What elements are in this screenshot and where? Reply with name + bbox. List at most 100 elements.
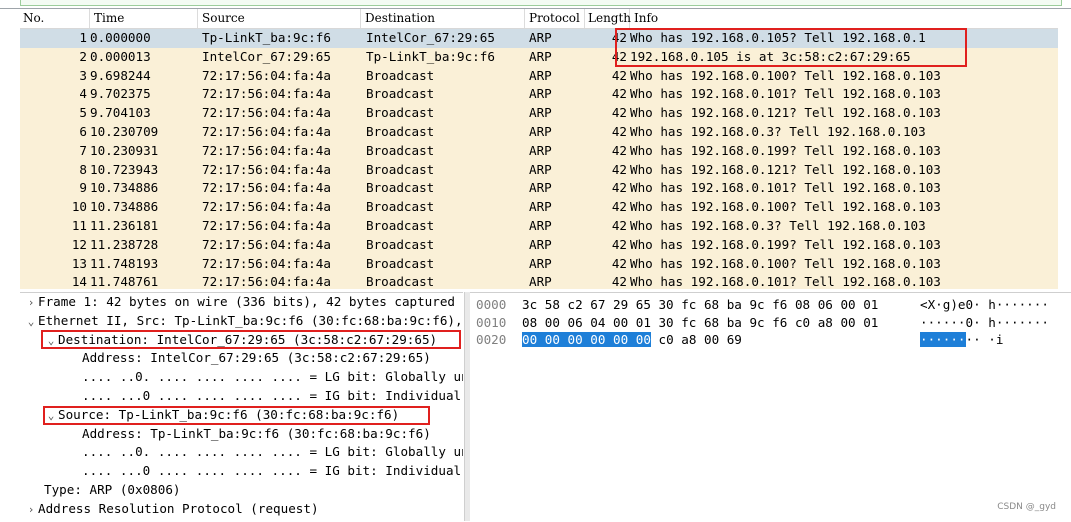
- packet-row[interactable]: 12 11.238728 72:17:56:04:fa:4a Broadcast ARP…: [20, 235, 1058, 255]
- column-length[interactable]: Length: [585, 9, 631, 28]
- detail-row[interactable]: .... ..0. .... .... .... .... = LG bit: …: [20, 443, 463, 462]
- hex-row[interactable]: 0020 00 00 00 00 00 00 c0 a8 00 69 ·······…: [470, 331, 1071, 349]
- detail-text: Type: ARP (0x0806): [44, 481, 181, 497]
- hex-bytes: 00 00 00 00 00 00 c0 a8 00 69: [522, 331, 742, 349]
- annotation-box-info: [615, 28, 967, 67]
- packet-protocol: ARP: [529, 67, 552, 83]
- detail-row[interactable]: .... ...0 .... .... .... .... = IG bit: …: [20, 387, 463, 406]
- detail-row[interactable]: › Frame 1: 42 bytes on wire (336 bits), 4…: [20, 293, 463, 312]
- packet-protocol: ARP: [529, 105, 552, 121]
- packet-no: 13: [71, 255, 87, 271]
- packet-time: 10.230931: [90, 142, 159, 158]
- watermark: CSDN @_gyd: [997, 502, 1056, 512]
- detail-text: Ethernet II, Src: Tp-LinkT_ba:9c:f6 (30:…: [38, 312, 463, 328]
- detail-text: Address: IntelCor_67:29:65 (3c:58:c2:67:…: [82, 350, 431, 366]
- packet-no: 14: [71, 274, 87, 289]
- display-filter-field[interactable]: [20, 0, 1062, 6]
- hex-ascii-plain: ······0· h·······: [920, 314, 1049, 330]
- hex-ascii-plain: ·· ·i: [965, 332, 1004, 347]
- packet-row[interactable]: 14 11.748761 72:17:56:04:fa:4a Broadcast ARP…: [20, 273, 1058, 289]
- hex-ascii: ········ ·i: [920, 331, 1003, 349]
- packet-no: 11: [71, 217, 87, 233]
- packet-destination: Broadcast: [366, 142, 435, 158]
- annotation-box-source: [43, 406, 430, 425]
- hex-bytes: 08 00 06 04 00 01 30 fc 68 ba 9c f6 c0 a…: [522, 314, 878, 332]
- packet-length: 42: [611, 142, 627, 158]
- packet-destination: Broadcast: [366, 161, 435, 177]
- packet-row[interactable]: 8 10.723943 72:17:56:04:fa:4a Broadcast ARP 4…: [20, 160, 1058, 180]
- packet-info: Who has 192.168.0.101? Tell 192.168.0.10…: [630, 180, 941, 196]
- packet-info: Who has 192.168.0.121? Tell 192.168.0.10…: [630, 161, 941, 177]
- column-time[interactable]: Time: [90, 9, 198, 28]
- packet-info: Who has 192.168.0.199? Tell 192.168.0.10…: [630, 142, 941, 158]
- column-destination[interactable]: Destination: [361, 9, 525, 28]
- packet-destination: Broadcast: [366, 255, 435, 271]
- packet-row[interactable]: 3 9.698244 72:17:56:04:fa:4a Broadcast ARP 42…: [20, 66, 1058, 86]
- packet-row[interactable]: 10 10.734886 72:17:56:04:fa:4a Broadcast ARP…: [20, 198, 1058, 217]
- packet-no: 1: [79, 30, 87, 45]
- packet-length: 42: [611, 161, 627, 177]
- detail-row[interactable]: Type: ARP (0x0806): [20, 481, 463, 500]
- hex-offset: 0000: [476, 297, 507, 312]
- packet-row[interactable]: 11 11.236181 72:17:56:04:fa:4a Broadcast ARP…: [20, 216, 1058, 236]
- detail-row[interactable]: › Address Resolution Protocol (request): [20, 500, 463, 519]
- packet-info: Who has 192.168.0.100? Tell 192.168.0.10…: [630, 67, 941, 83]
- packet-source: 72:17:56:04:fa:4a: [202, 105, 331, 121]
- hex-ascii: ······0· h·······: [920, 314, 1049, 332]
- detail-row[interactable]: ⌄ Ethernet II, Src: Tp-LinkT_ba:9c:f6 (30…: [20, 312, 463, 331]
- hex-bytes: 3c 58 c2 67 29 65 30 fc 68 ba 9c f6 08 0…: [522, 296, 878, 314]
- hex-bytes-highlighted: 00 00 00 00 00 00: [522, 332, 651, 347]
- packet-row[interactable]: 9 10.734886 72:17:56:04:fa:4a Broadcast ARP 4…: [20, 179, 1058, 199]
- packet-destination: Broadcast: [366, 105, 435, 121]
- packet-no: 5: [79, 105, 87, 121]
- packet-row[interactable]: 6 10.230709 72:17:56:04:fa:4a Broadcast ARP 4…: [20, 122, 1058, 142]
- packet-time: 11.748761: [90, 274, 159, 289]
- packet-destination: Broadcast: [366, 236, 435, 252]
- packet-protocol: ARP: [529, 161, 552, 177]
- detail-row[interactable]: .... ..0. .... .... .... .... = LG bit: …: [20, 368, 463, 387]
- packet-protocol: ARP: [529, 236, 552, 252]
- detail-text: .... ...0 .... .... .... .... = IG bit: …: [82, 463, 463, 479]
- packet-protocol: ARP: [529, 48, 552, 64]
- packet-time: 9.698244: [90, 67, 151, 83]
- packet-protocol: ARP: [529, 255, 552, 271]
- packet-row[interactable]: 13 11.748193 72:17:56:04:fa:4a Broadcast ARP…: [20, 254, 1058, 274]
- packet-info: Who has 192.168.0.121? Tell 192.168.0.10…: [630, 105, 941, 121]
- column-no[interactable]: No.: [20, 9, 90, 28]
- packet-info: Who has 192.168.0.101? Tell 192.168.0.10…: [630, 274, 941, 289]
- detail-text: Frame 1: 42 bytes on wire (336 bits), 42…: [38, 294, 456, 309]
- detail-text: Address: Tp-LinkT_ba:9c:f6 (30:fc:68:ba:…: [82, 425, 431, 441]
- packet-list-header: No. Time Source Destination Protocol Len…: [20, 9, 1058, 29]
- packet-source: Tp-LinkT_ba:9c:f6: [202, 30, 331, 45]
- packet-info: Who has 192.168.0.199? Tell 192.168.0.10…: [630, 236, 941, 252]
- detail-row[interactable]: Address: IntelCor_67:29:65 (3c:58:c2:67:…: [20, 349, 463, 368]
- packet-length: 42: [611, 105, 627, 121]
- packet-destination: IntelCor_67:29:65: [366, 30, 495, 45]
- packet-destination: Broadcast: [366, 86, 435, 102]
- detail-row[interactable]: .... ...0 .... .... .... .... = IG bit: …: [20, 462, 463, 481]
- packet-time: 9.704103: [90, 105, 151, 121]
- packet-length: 42: [611, 123, 627, 139]
- packet-protocol: ARP: [529, 217, 552, 233]
- packet-row[interactable]: 7 10.230931 72:17:56:04:fa:4a Broadcast ARP 4…: [20, 141, 1058, 161]
- detail-row[interactable]: Address: Tp-LinkT_ba:9c:f6 (30:fc:68:ba:…: [20, 425, 463, 444]
- packet-row[interactable]: 4 9.702375 72:17:56:04:fa:4a Broadcast ARP 42…: [20, 85, 1058, 105]
- packet-info: Who has 192.168.0.3? Tell 192.168.0.103: [630, 217, 926, 233]
- hex-row[interactable]: 0010 08 00 06 04 00 01 30 fc 68 ba 9c f6 …: [470, 314, 1071, 332]
- packet-info: Who has 192.168.0.100? Tell 192.168.0.10…: [630, 199, 941, 215]
- expand-arrow-icon[interactable]: ›: [24, 294, 38, 313]
- column-info[interactable]: Info: [630, 9, 1058, 28]
- collapse-arrow-icon[interactable]: ⌄: [24, 313, 38, 332]
- packet-source: 72:17:56:04:fa:4a: [202, 67, 331, 83]
- packet-info: Who has 192.168.0.100? Tell 192.168.0.10…: [630, 255, 941, 271]
- packet-bytes-pane[interactable]: 0000 3c 58 c2 67 29 65 30 fc 68 ba 9c f6 …: [470, 292, 1071, 522]
- packet-row[interactable]: 5 9.704103 72:17:56:04:fa:4a Broadcast ARP 42…: [20, 104, 1058, 123]
- packet-destination: Broadcast: [366, 180, 435, 196]
- packet-time: 0.000000: [90, 30, 151, 45]
- display-filter-bar[interactable]: [0, 0, 1071, 9]
- column-protocol[interactable]: Protocol: [525, 9, 585, 28]
- expand-arrow-icon[interactable]: ›: [24, 501, 38, 520]
- hex-ascii-plain: <X·g)e0· h·······: [920, 297, 1049, 312]
- hex-row[interactable]: 0000 3c 58 c2 67 29 65 30 fc 68 ba 9c f6 …: [470, 296, 1071, 314]
- column-source[interactable]: Source: [198, 9, 361, 28]
